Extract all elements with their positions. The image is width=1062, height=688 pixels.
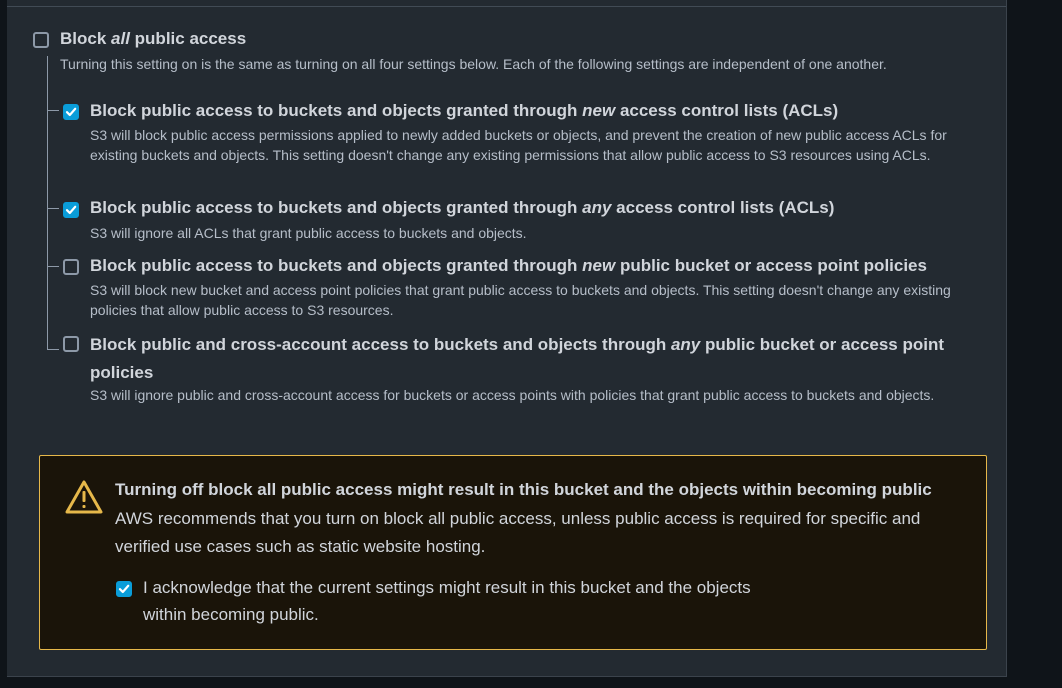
block-all-title[interactable]: Block all public access [60,27,246,51]
tree-connector [47,56,48,349]
acknowledge-label[interactable]: I acknowledge that the current settings … [143,574,773,628]
option-any-acls-description: S3 will ignore all ACLs that grant publi… [90,225,527,241]
option-any-acls-title[interactable]: Block public access to buckets and objec… [90,196,834,220]
option-any-policies-checkbox[interactable] [63,336,79,352]
option-new-policies-description: S3 will block new bucket and access poin… [90,282,951,318]
settings-panel: Block all public access Turning this set… [7,0,1007,677]
warning-triangle-icon [65,480,103,514]
block-all-checkbox[interactable] [33,32,49,48]
acknowledge-checkbox[interactable] [116,581,132,597]
tree-branch [47,349,59,350]
tree-branch [47,110,59,111]
checkmark-icon [65,205,77,215]
option-any-policies-title[interactable]: Block public and cross-account access to… [90,331,970,387]
option-new-policies-title[interactable]: Block public access to buckets and objec… [90,254,927,278]
tree-branch [47,208,59,209]
warning-body: AWS recommends that you turn on block al… [115,509,921,556]
block-all-description: Turning this setting on is the same as t… [60,56,887,72]
option-any-acls-checkbox[interactable] [63,202,79,218]
warning-alert: Turning off block all public access migh… [39,455,987,650]
option-new-acls-description: S3 will block public access permissions … [90,127,947,163]
checkmark-icon [65,107,77,117]
panel-divider [7,6,1006,7]
option-any-policies-description: S3 will ignore public and cross-account … [90,387,935,403]
checkmark-icon [118,584,130,594]
tree-branch [47,266,59,267]
option-new-acls-checkbox[interactable] [63,104,79,120]
option-new-policies-checkbox[interactable] [63,259,79,275]
warning-title: Turning off block all public access migh… [115,480,932,499]
option-new-acls-title[interactable]: Block public access to buckets and objec… [90,99,838,123]
page-background [1007,0,1062,688]
